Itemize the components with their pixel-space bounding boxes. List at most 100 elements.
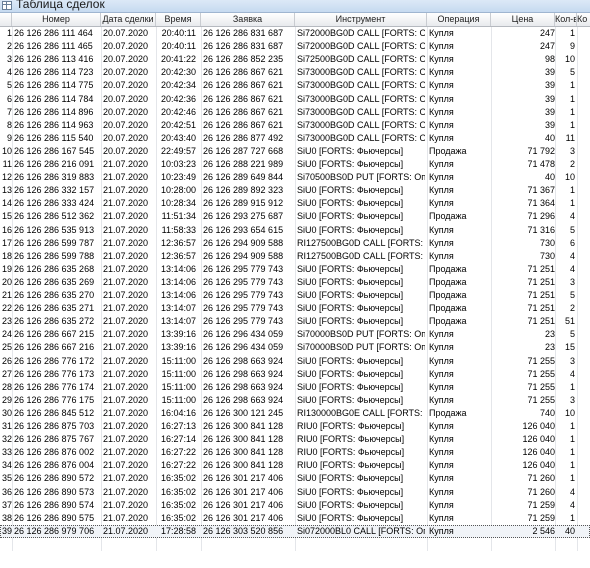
table-row[interactable]: 4 26 126 286 114 723 20.07.2020 20:42:30 26 … (0, 66, 590, 79)
price-cell: 71 478 (527, 159, 555, 169)
table-row[interactable]: 3 26 126 286 113 416 20.07.2020 20:41:22 26 … (0, 53, 590, 66)
header-order[interactable]: Заявка (201, 13, 295, 26)
price-cell: 247 (539, 28, 555, 38)
trade-time-cell: 10:23:49 (160, 172, 196, 183)
table-header: Номер Дата сделки Время Заявка Инструмен… (0, 13, 590, 27)
table-icon (2, 1, 12, 10)
table-row[interactable]: 9 26 126 286 115 540 20.07.2020 20:43:40 26 … (0, 132, 590, 145)
trade-number-cell: 26 126 286 114 896 (14, 106, 94, 117)
table-row[interactable]: 26 26 126 286 776 172 21.07.2020 15:11:00 26… (0, 355, 590, 368)
price-cell: 71 792 (527, 145, 555, 156)
table-row[interactable]: 13 26 126 286 332 157 21.07.2020 10:28:00 26… (0, 184, 590, 197)
trade-date-cell: 21.07.2020 (103, 303, 149, 314)
trade-time-cell: 20:42:51 (160, 119, 196, 130)
quantity-cell: 3 (569, 394, 575, 405)
quantity-cell: 5 (569, 329, 575, 340)
table-row[interactable]: 6 26 126 286 114 784 20.07.2020 20:42:36 26 … (0, 93, 590, 106)
instrument-cell: Si70000BS0D PUT [FORTS: Опци (297, 329, 425, 340)
table-row[interactable]: 23 26 126 286 635 272 21.07.2020 13:14:07 26… (0, 315, 590, 328)
operation-cell: Купля (429, 460, 454, 471)
trade-time-cell: 16:27:22 (160, 460, 196, 471)
row-index-cell: 12 (1, 172, 12, 183)
order-number-cell: 26 126 289 892 323 (203, 185, 284, 196)
table-row[interactable]: 27 26 126 286 776 173 21.07.2020 15:11:00 26… (0, 368, 590, 381)
trade-time-cell: 12:36:57 (160, 250, 196, 261)
table-row[interactable]: 24 26 126 286 667 215 21.07.2020 13:39:16 26… (0, 328, 590, 341)
quantity-cell: 1 (569, 421, 575, 431)
table-row[interactable]: 29 26 126 286 776 175 21.07.2020 15:11:00 26… (0, 394, 590, 407)
table-row[interactable]: 33 26 126 286 876 002 21.07.2020 16:27:22 26… (0, 446, 590, 459)
trade-number-cell: 26 126 286 111 464 (14, 28, 93, 38)
price-cell: 71 255 (527, 381, 555, 392)
table-row[interactable]: 34 26 126 286 876 004 21.07.2020 16:27:22 26… (0, 459, 590, 472)
table-row[interactable]: 2 26 126 286 111 465 20.07.2020 20:40:11 26 … (0, 40, 590, 53)
table-row[interactable]: 16 26 126 286 535 913 21.07.2020 11:58:33 26… (0, 224, 590, 237)
trade-date-cell: 21.07.2020 (103, 486, 149, 497)
trade-date-cell: 21.07.2020 (103, 447, 149, 458)
price-cell: 71 255 (527, 368, 555, 379)
table-row[interactable]: 12 26 126 286 319 883 21.07.2020 10:23:49 26… (0, 171, 590, 184)
table-row[interactable]: 19 26 126 286 635 268 21.07.2020 13:14:06 26… (0, 263, 590, 276)
trade-date-cell: 21.07.2020 (103, 421, 149, 431)
table-row[interactable]: 30 26 126 286 845 512 21.07.2020 16:04:16 26… (0, 407, 590, 420)
operation-cell: Купля (429, 355, 454, 366)
table-row[interactable]: 39 26 126 286 979 706 21.07.2020 17:28:58 26… (0, 524, 590, 538)
table-row[interactable]: 17 26 126 286 599 787 21.07.2020 12:36:57 26… (0, 237, 590, 250)
header-instrument[interactable]: Инструмент (295, 13, 427, 26)
table-row[interactable]: 18 26 126 286 599 788 21.07.2020 12:36:57 26… (0, 250, 590, 263)
table-row[interactable]: 35 26 126 286 890 572 21.07.2020 16:35:02 26… (0, 472, 590, 485)
table-row[interactable]: 1 26 126 286 111 464 20.07.2020 20:40:11 26 … (0, 27, 590, 40)
operation-cell: Купля (429, 41, 454, 52)
table-row[interactable]: 37 26 126 286 890 574 21.07.2020 16:35:02 26… (0, 499, 590, 512)
row-index-cell: 10 (1, 145, 12, 156)
quantity-cell: 51 (564, 316, 575, 327)
table-row[interactable]: 11 26 126 286 216 091 21.07.2020 10:03:23 26… (0, 158, 590, 171)
trade-time-cell: 20:40:11 (161, 41, 196, 52)
quantity-cell: 10 (564, 407, 575, 418)
table-row[interactable]: 22 26 126 286 635 271 21.07.2020 13:14:07 26… (0, 302, 590, 315)
table-row[interactable]: 32 26 126 286 875 767 21.07.2020 16:27:14 26… (0, 433, 590, 446)
trade-time-cell: 22:49:57 (160, 145, 196, 156)
row-index-cell: 18 (1, 250, 12, 261)
trade-date-cell: 21.07.2020 (103, 355, 149, 366)
table-row[interactable]: 20 26 126 286 635 269 21.07.2020 13:14:06 26… (0, 276, 590, 289)
order-number-cell: 26 126 301 217 406 (203, 473, 284, 484)
trade-time-cell: 20:42:46 (160, 106, 196, 117)
header-date[interactable]: Дата сделки (101, 13, 156, 26)
header-extra[interactable]: Ко (577, 13, 590, 26)
quantity-cell: 4 (569, 486, 575, 497)
table-row[interactable]: 5 26 126 286 114 775 20.07.2020 20:42:34 26 … (0, 79, 590, 92)
trade-date-cell: 21.07.2020 (103, 237, 149, 248)
table-row[interactable]: 14 26 126 286 333 424 21.07.2020 10:28:34 26… (0, 197, 590, 210)
header-time[interactable]: Время (156, 13, 201, 26)
table-row[interactable]: 36 26 126 286 890 573 21.07.2020 16:35:02 26… (0, 486, 590, 499)
operation-cell: Купля (429, 224, 454, 235)
table-row[interactable]: 7 26 126 286 114 896 20.07.2020 20:42:46 26 … (0, 106, 590, 119)
table-row[interactable]: 38 26 126 286 890 575 21.07.2020 16:35:02 26… (0, 512, 590, 525)
trade-time-cell: 20:43:40 (160, 132, 196, 143)
table-row[interactable]: 8 26 126 286 114 963 20.07.2020 20:42:51 26 … (0, 119, 590, 132)
trade-time-cell: 11:51:34 (161, 211, 196, 222)
price-cell: 126 040 (522, 421, 555, 431)
header-operation[interactable]: Операция (427, 13, 491, 26)
trade-number-cell: 26 126 286 635 271 (14, 303, 95, 314)
trade-number-cell: 26 126 286 776 172 (14, 355, 95, 366)
header-quantity[interactable]: Кол-во (555, 13, 577, 26)
trade-number-cell: 26 126 286 776 174 (14, 381, 95, 392)
table-row[interactable]: 28 26 126 286 776 174 21.07.2020 15:11:00 26… (0, 381, 590, 394)
instrument-cell: SiU0 [FORTS: Фьючерсы] (297, 486, 404, 497)
order-number-cell: 26 126 293 275 687 (203, 211, 284, 222)
quantity-cell: 1 (569, 447, 575, 458)
trade-time-cell: 11:58:33 (161, 224, 196, 235)
table-row[interactable]: 31 26 126 286 875 703 21.07.2020 16:27:13 26… (0, 420, 590, 433)
table-row[interactable]: 21 26 126 286 635 270 21.07.2020 13:14:06 26… (0, 289, 590, 302)
table-row[interactable]: 15 26 126 286 512 362 21.07.2020 11:51:34 26… (0, 210, 590, 223)
table-row[interactable]: 10 26 126 286 167 545 20.07.2020 22:49:57 26… (0, 145, 590, 158)
row-index-cell: 30 (1, 407, 12, 418)
header-number[interactable]: Номер (12, 13, 101, 26)
trade-time-cell: 16:27:14 (160, 434, 196, 445)
header-index (0, 13, 12, 26)
trades-table: 1 26 126 286 111 464 20.07.2020 20:40:11 26 … (0, 27, 590, 568)
table-row[interactable]: 25 26 126 286 667 216 21.07.2020 13:39:16 26… (0, 341, 590, 354)
header-price[interactable]: Цена (491, 13, 555, 26)
